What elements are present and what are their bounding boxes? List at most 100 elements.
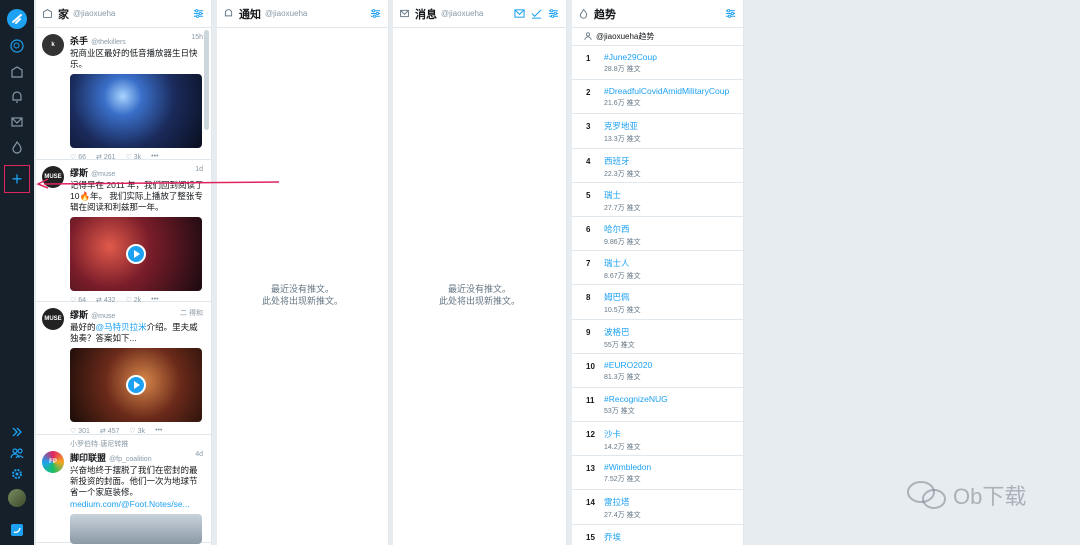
column-settings-icon[interactable] <box>369 7 382 20</box>
trend-rank: 1 <box>586 54 591 63</box>
retweet-icon[interactable]: ⇄ 457 <box>100 427 120 435</box>
trend-name[interactable]: #EURO2020 <box>604 360 743 370</box>
trend-name[interactable]: 波格巴 <box>604 326 743 338</box>
trend-rank: 9 <box>586 327 591 337</box>
trends-location[interactable]: @jiaoxueha趋势 <box>572 28 743 46</box>
column-user: @jiaoxueha <box>441 9 484 18</box>
tweet-media-image[interactable] <box>70 74 202 148</box>
mark-read-icon[interactable] <box>530 7 543 20</box>
column-title: 消息 <box>415 8 437 21</box>
column-title: 趋势 <box>594 8 616 21</box>
trend-count: 10.5万 推文 <box>604 307 641 315</box>
messages-column-header[interactable]: 消息 @jiaoxueha <box>393 0 566 28</box>
trend-name[interactable]: 克罗地亚 <box>604 120 743 132</box>
column-user: @jiaoxueha <box>265 9 308 18</box>
avatar[interactable]: FP <box>42 451 64 473</box>
trend-item[interactable]: 1 #June29Coup 28.8万 推文 <box>572 46 743 81</box>
trend-item[interactable]: 9 波格巴 55万 推文 <box>572 320 743 354</box>
avatar[interactable] <box>8 489 26 507</box>
home-icon <box>42 8 54 20</box>
trend-name[interactable]: 西班牙 <box>604 155 743 167</box>
notifications-column-header[interactable]: 通知 @jiaoxueha <box>217 0 388 28</box>
like-icon[interactable]: ♡ 3k <box>129 427 145 435</box>
tweet-time: 15h <box>191 34 203 41</box>
tweet-media-video[interactable] <box>70 348 202 422</box>
play-icon[interactable] <box>126 375 146 395</box>
tweetdeck-logo-icon[interactable] <box>7 9 27 29</box>
settings-icon[interactable] <box>7 464 27 484</box>
accounts-icon[interactable] <box>7 443 27 463</box>
search-icon[interactable] <box>7 36 27 56</box>
expand-icon[interactable] <box>7 422 27 442</box>
trend-item[interactable]: 15 乔埃 <box>572 525 743 545</box>
trend-name[interactable]: #RecognizeNUG <box>604 394 743 404</box>
trend-rank: 2 <box>586 88 591 98</box>
trend-item[interactable]: 10 #EURO2020 81.3万 推文 <box>572 354 743 388</box>
messages-icon[interactable] <box>7 112 27 132</box>
trends-column-header[interactable]: 趋势 <box>572 0 743 28</box>
trend-item[interactable]: 13 #Wimbledon 7.52万 推文 <box>572 456 743 491</box>
messages-column: 消息 @jiaoxueha 最近没有推文。 此处将出现新推文。 <box>393 0 567 545</box>
trend-item[interactable]: 4 西班牙 22.3万 推文 <box>572 149 743 183</box>
home-column-header[interactable]: 家 @jiaoxueha <box>36 0 211 28</box>
notifications-column: 通知 @jiaoxueha 最近没有推文。 此处将出现新推文。 <box>217 0 389 545</box>
trend-item[interactable]: 8 姆巴佩 10.5万 推文 <box>572 285 743 320</box>
trend-item[interactable]: 6 哈尔西 9.86万 推文 <box>572 217 743 252</box>
twitter-bird-icon[interactable] <box>7 520 27 540</box>
tweet-author-name[interactable]: 杀手 <box>70 36 88 46</box>
tweet-time: 4d <box>195 451 203 458</box>
trend-item[interactable]: 12 沙卡 14.2万 推文 <box>572 422 743 457</box>
tweet-author-name[interactable]: 脚印联盟 <box>70 453 106 463</box>
trend-name[interactable]: 哈尔西 <box>604 223 743 235</box>
tweet-media-image[interactable] <box>70 514 202 544</box>
watermark: Ob下载 <box>905 478 1026 512</box>
add-column-button[interactable]: + <box>4 165 30 193</box>
trend-name[interactable]: 瑞士人 <box>604 257 743 269</box>
reply-icon[interactable]: ♡ 301 <box>70 427 90 435</box>
column-settings-icon[interactable] <box>724 7 737 20</box>
trend-name[interactable]: 乔埃 <box>604 531 743 543</box>
avatar[interactable]: MUSE <box>42 308 64 330</box>
trend-item[interactable]: 11 #RecognizeNUG 53万 推文 <box>572 388 743 423</box>
left-nav: + <box>0 0 34 545</box>
more-icon[interactable]: ••• <box>155 427 162 435</box>
tweet-media-video[interactable] <box>70 217 202 291</box>
trend-name[interactable]: #Wimbledon <box>604 462 743 472</box>
tweet-link[interactable]: medium.com/@Foot.Notes/se... <box>70 499 205 510</box>
empty-message: 最近没有推文。 此处将出现新推文。 <box>261 284 343 306</box>
column-settings-icon[interactable] <box>547 7 560 20</box>
trend-rank: 7 <box>586 259 591 269</box>
trend-name[interactable]: 沙卡 <box>604 428 743 440</box>
trend-name[interactable]: 瑞士 <box>604 189 743 201</box>
new-message-icon[interactable] <box>513 7 526 20</box>
trend-item[interactable]: 5 瑞士 27.7万 推文 <box>572 183 743 217</box>
trend-name[interactable]: 姆巴佩 <box>604 291 743 303</box>
trend-name[interactable]: #DreadfulCovidAmidMilitaryCoup <box>604 86 743 96</box>
play-icon[interactable] <box>126 244 146 264</box>
trend-rank: 11 <box>586 395 595 405</box>
trend-item[interactable]: 2 #DreadfulCovidAmidMilitaryCoup 21.6万 推文 <box>572 80 743 115</box>
tweet[interactable]: k 杀手 @thekillers 15h 祝商业区最好的低音播放器生日快乐。 ♡… <box>36 28 211 161</box>
notifications-icon[interactable] <box>7 87 27 107</box>
trend-item[interactable]: 14 雷拉塔 27.4万 推文 <box>572 490 743 525</box>
tweet[interactable]: 小罗伯特·唐尼转推 FP 脚印联盟 @fp_coalition 4d 兴奋地终于… <box>36 435 211 544</box>
column-user: @jiaoxueha <box>73 9 116 18</box>
trending-icon[interactable] <box>7 137 27 157</box>
trend-item[interactable]: 7 瑞士人 8.67万 推文 <box>572 251 743 286</box>
trend-rank: 14 <box>586 498 595 508</box>
column-settings-icon[interactable] <box>192 7 205 20</box>
tweet-author-name[interactable]: 缪斯 <box>70 310 88 320</box>
trend-rank: 5 <box>586 190 591 200</box>
trend-rank: 6 <box>586 224 591 234</box>
trend-name[interactable]: 雷拉塔 <box>604 496 743 508</box>
trend-item[interactable]: 3 克罗地亚 13.3万 推文 <box>572 114 743 149</box>
trend-rank: 10 <box>586 361 595 371</box>
tweet[interactable]: MUSE 缪斯 @muse 二 得和 最好的@马特贝拉米介绍。里夫威独奏？答案如… <box>36 302 211 435</box>
trend-count: 13.3万 推文 <box>604 136 641 144</box>
avatar[interactable]: k <box>42 34 64 56</box>
mention-link[interactable]: @马特贝拉米 <box>96 322 147 332</box>
home-icon[interactable] <box>7 62 27 82</box>
watermark-text: Ob下载 <box>953 484 1027 509</box>
tweet-time: 二 得和 <box>180 310 203 317</box>
trend-name[interactable]: #June29Coup <box>604 52 743 62</box>
